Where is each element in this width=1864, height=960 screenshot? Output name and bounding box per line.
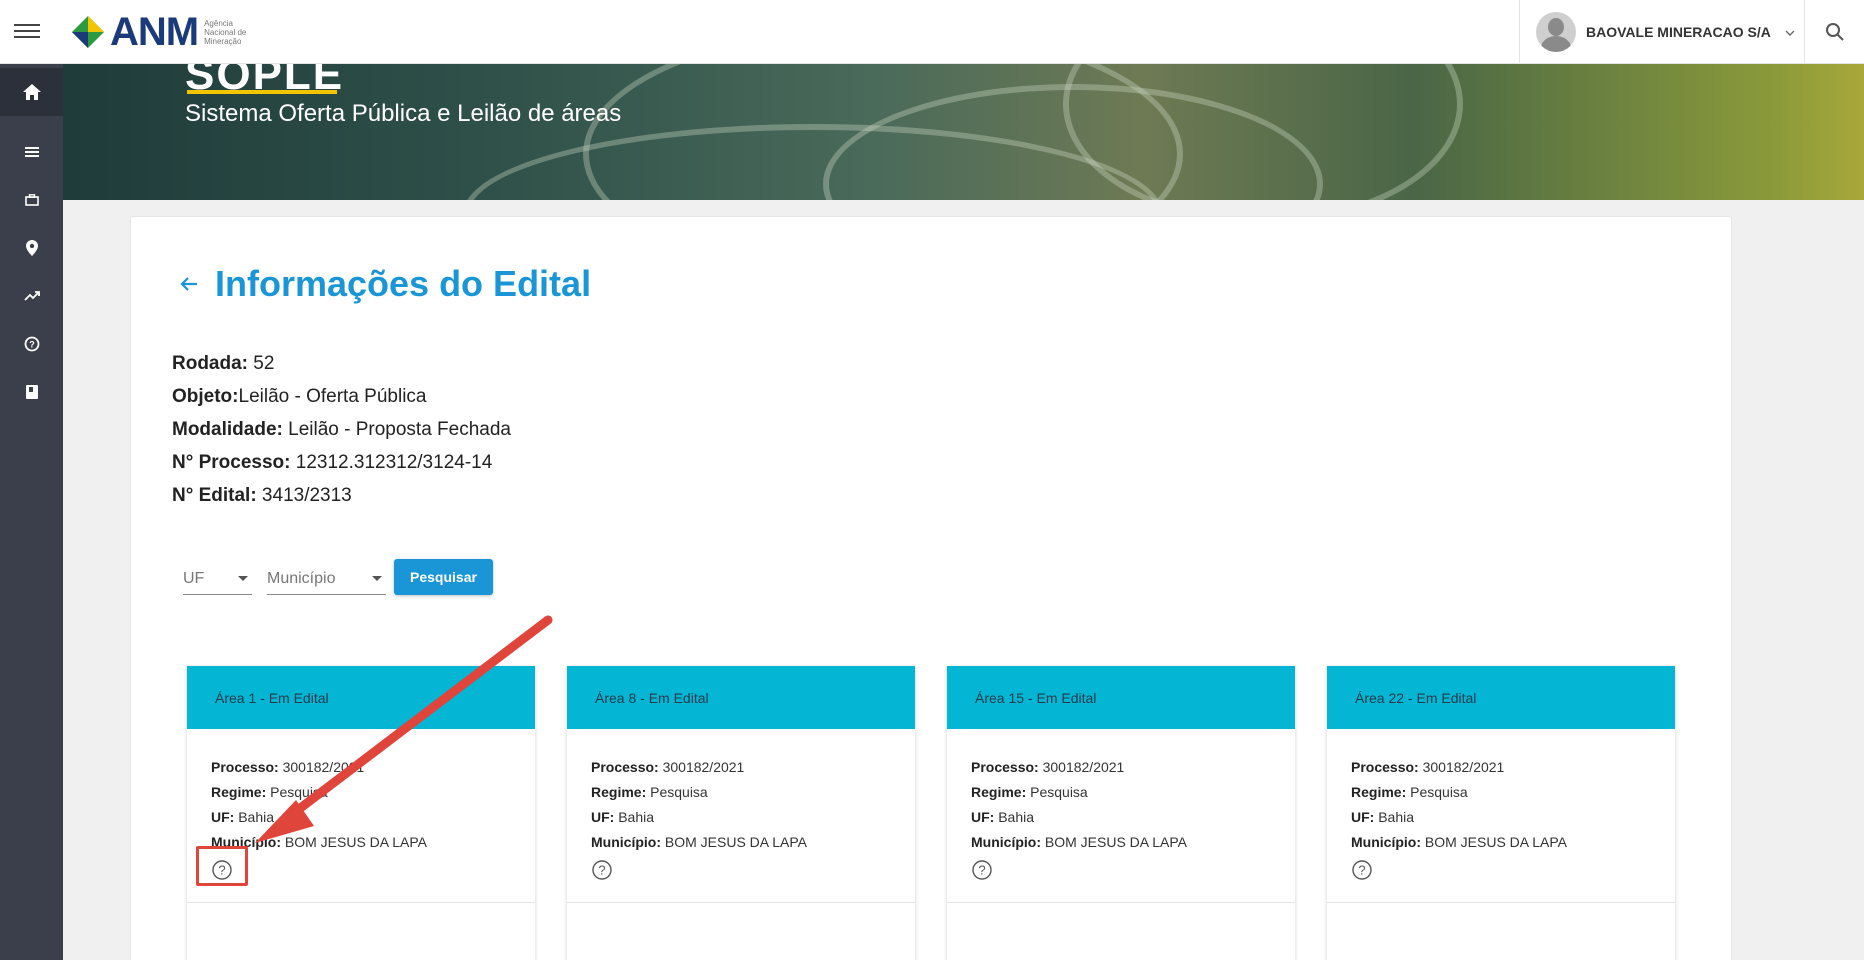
pesquisar-button[interactable]: Pesquisar xyxy=(394,559,493,595)
help-circle-icon[interactable]: ? xyxy=(971,859,993,881)
svg-text:?: ? xyxy=(598,863,605,878)
chevron-down-icon xyxy=(1785,25,1795,39)
edital-card: Informações do Edital Rodada: 52 Objeto:… xyxy=(130,216,1732,960)
info-edital: N° Edital: 3413/2313 xyxy=(172,485,352,506)
home-icon xyxy=(22,84,41,100)
logo-subtitle: Agência Nacional de Mineração xyxy=(204,18,247,46)
trending-up-icon xyxy=(23,291,40,301)
help-circle-icon[interactable]: ? xyxy=(591,859,613,881)
caret-down-icon xyxy=(372,576,382,581)
area-card-body: Processo: 300182/2021 Regime: Pesquisa U… xyxy=(947,729,1295,889)
banner-title: SOPLE xyxy=(185,64,345,99)
user-name: BAOVALE MINERACAO S/A xyxy=(1586,24,1771,40)
area-card: Área 1 - Em Edital Processo: 300182/2021… xyxy=(187,666,535,960)
anm-logo[interactable]: ANM Agência Nacional de Mineração xyxy=(70,9,264,54)
municipio-select-label: Município xyxy=(267,569,336,587)
book-icon xyxy=(25,385,38,399)
info-rodada: Rodada: 52 xyxy=(172,353,275,374)
area-card: Área 22 - Em Edital Processo: 300182/202… xyxy=(1327,666,1675,960)
help-circle-icon[interactable]: ? xyxy=(1351,859,1373,881)
area-card-body: Processo: 300182/2021 Regime: Pesquisa U… xyxy=(567,729,915,889)
search-button[interactable] xyxy=(1804,0,1864,64)
sidebar-item-home[interactable] xyxy=(0,68,63,116)
area-card-title: Área 22 - Em Edital xyxy=(1327,666,1675,729)
area-card-title: Área 8 - Em Edital xyxy=(567,666,915,729)
uf-select-label: UF xyxy=(183,569,205,587)
sidebar-item-help[interactable]: ? xyxy=(0,320,63,368)
area-card-divider xyxy=(947,902,1295,903)
municipio-select[interactable]: Município xyxy=(267,563,386,595)
page-header: Informações do Edital xyxy=(177,263,591,305)
caret-down-icon xyxy=(238,576,248,581)
banner-underline xyxy=(187,90,337,94)
filters: UF Município Pesquisar xyxy=(183,559,493,595)
sidebar-item-manual[interactable] xyxy=(0,368,63,416)
info-objeto: Objeto:Leilão - Oferta Pública xyxy=(172,386,427,407)
svg-text:?: ? xyxy=(1358,863,1365,878)
user-menu[interactable]: BAOVALE MINERACAO S/A xyxy=(1519,0,1803,64)
top-bar: ANM Agência Nacional de Mineração BAOVAL… xyxy=(0,0,1864,64)
page-title: Informações do Edital xyxy=(215,263,592,304)
briefcase-icon xyxy=(24,194,39,206)
annotation-highlight-box xyxy=(196,846,248,886)
area-card: Área 15 - Em Edital Processo: 300182/202… xyxy=(947,666,1295,960)
edital-info: Rodada: 52 Objeto:Leilão - Oferta Públic… xyxy=(172,347,511,512)
uf-select[interactable]: UF xyxy=(183,563,252,595)
area-card-body: Processo: 300182/2021 Regime: Pesquisa U… xyxy=(1327,729,1675,889)
info-modalidade: Modalidade: Leilão - Proposta Fechada xyxy=(172,419,511,440)
banner-subtitle: Sistema Oferta Pública e Leilão de áreas xyxy=(185,100,622,127)
info-processo: N° Processo: 12312.312312/3124-14 xyxy=(172,452,493,473)
location-pin-icon xyxy=(25,240,38,256)
sidebar-item-list[interactable] xyxy=(0,128,63,176)
arrow-left-icon[interactable] xyxy=(177,272,201,296)
sidebar-item-map[interactable] xyxy=(0,224,63,272)
anm-logo-mark xyxy=(72,16,104,48)
help-circle-icon: ? xyxy=(24,336,39,352)
area-card-title: Área 1 - Em Edital xyxy=(187,666,535,729)
sidebar-item-processes[interactable] xyxy=(0,176,63,224)
area-card-title: Área 15 - Em Edital xyxy=(947,666,1295,729)
svg-text:?: ? xyxy=(29,340,35,350)
logo-text: ANM xyxy=(110,9,199,54)
header-banner: SOPLE Sistema Oferta Pública e Leilão de… xyxy=(63,64,1864,200)
avatar xyxy=(1536,12,1576,52)
list-icon xyxy=(24,147,39,157)
area-card-divider xyxy=(187,902,535,903)
hamburger-icon[interactable] xyxy=(14,20,40,44)
svg-text:?: ? xyxy=(978,863,985,878)
sidebar-item-reports[interactable] xyxy=(0,272,63,320)
area-card: Área 8 - Em Edital Processo: 300182/2021… xyxy=(567,666,915,960)
search-icon xyxy=(1826,23,1844,41)
area-card-divider xyxy=(567,902,915,903)
sidebar: ? xyxy=(0,64,63,960)
area-card-divider xyxy=(1327,902,1675,903)
